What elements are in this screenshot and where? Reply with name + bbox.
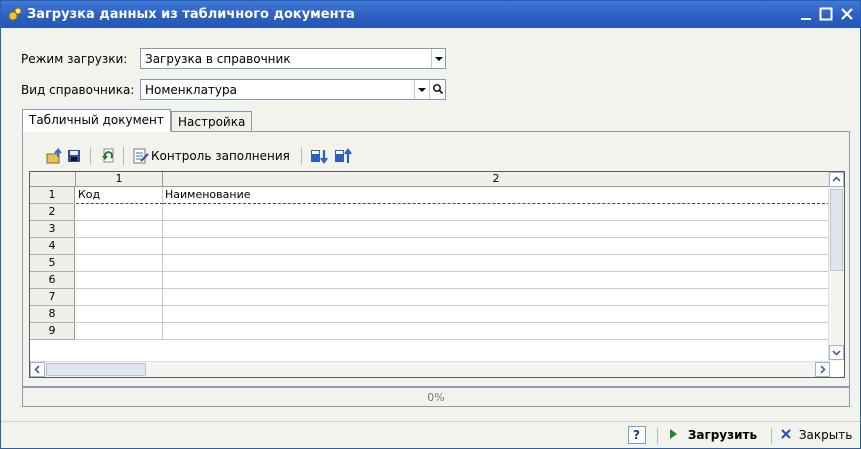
scroll-left-icon[interactable] bbox=[30, 362, 45, 377]
mode-select[interactable]: Загрузка в справочник bbox=[140, 48, 446, 69]
grid-cell[interactable] bbox=[163, 306, 830, 323]
vertical-scroll-thumb[interactable] bbox=[830, 189, 843, 271]
close-icon bbox=[781, 429, 791, 439]
main-window: Загрузка данных из табличного документа … bbox=[0, 0, 861, 449]
close-window-button[interactable] bbox=[837, 4, 857, 24]
close-label: Закрыть bbox=[798, 428, 853, 442]
grid-cell[interactable] bbox=[76, 306, 163, 323]
grid-cell[interactable] bbox=[76, 272, 163, 289]
refresh-icon[interactable] bbox=[99, 147, 117, 165]
kind-value: Номенклатура bbox=[145, 83, 237, 97]
mode-label: Режим загрузки: bbox=[21, 52, 128, 66]
app-icon bbox=[7, 6, 23, 22]
bottom-separator bbox=[771, 428, 772, 444]
maximize-button[interactable] bbox=[816, 4, 836, 24]
tab-label: Настройка bbox=[178, 115, 246, 129]
tab-spreadsheet[interactable]: Табличный документ bbox=[22, 109, 171, 132]
help-icon: ? bbox=[633, 428, 640, 442]
grid-cell[interactable] bbox=[76, 323, 163, 340]
horizontal-scroll-thumb[interactable] bbox=[46, 363, 146, 376]
grid-cell[interactable] bbox=[76, 238, 163, 255]
chevron-down-icon[interactable] bbox=[431, 49, 445, 68]
row-header[interactable]: 2 bbox=[30, 204, 75, 221]
grid-cell[interactable] bbox=[76, 221, 163, 238]
scroll-right-icon[interactable] bbox=[815, 362, 830, 377]
close-button[interactable]: Закрыть bbox=[780, 428, 852, 442]
move-up-icon[interactable] bbox=[334, 147, 352, 165]
grid-cell[interactable] bbox=[76, 255, 163, 272]
kind-select[interactable]: Номенклатура bbox=[140, 79, 446, 100]
kind-label: Вид справочника: bbox=[21, 83, 135, 97]
tab-label: Табличный документ bbox=[29, 113, 164, 127]
title-bar[interactable]: Загрузка данных из табличного документа bbox=[1, 1, 860, 28]
save-icon[interactable] bbox=[65, 147, 83, 165]
tab-settings[interactable]: Настройка bbox=[171, 111, 253, 132]
bottom-separator bbox=[657, 428, 658, 444]
row-header[interactable]: 6 bbox=[30, 272, 75, 289]
move-down-icon[interactable] bbox=[310, 147, 328, 165]
spreadsheet-grid[interactable]: 1 2 1 Код Наименование 2 3 4 5 6 7 8 9 bbox=[29, 171, 845, 378]
grid-cell[interactable]: Код bbox=[76, 187, 163, 204]
column-header[interactable]: 1 bbox=[76, 172, 163, 187]
grid-cell[interactable] bbox=[76, 289, 163, 306]
grid-cell[interactable] bbox=[163, 323, 830, 340]
progress-text: 0% bbox=[427, 391, 445, 404]
scroll-down-icon[interactable] bbox=[829, 345, 844, 360]
grid-cell[interactable] bbox=[76, 204, 163, 221]
grid-cell[interactable] bbox=[163, 204, 830, 221]
row-header[interactable]: 9 bbox=[30, 323, 75, 340]
grid-cell[interactable] bbox=[163, 238, 830, 255]
scroll-up-icon[interactable] bbox=[829, 172, 844, 187]
search-icon[interactable] bbox=[429, 80, 445, 99]
grid-cell[interactable]: Наименование bbox=[163, 187, 830, 204]
row-header[interactable]: 5 bbox=[30, 255, 75, 272]
check-fill-icon[interactable] bbox=[132, 147, 150, 165]
minimize-button[interactable] bbox=[796, 4, 816, 24]
grid-cell[interactable] bbox=[163, 221, 830, 238]
mode-value: Загрузка в справочник bbox=[145, 52, 291, 66]
row-header[interactable]: 1 bbox=[30, 187, 75, 204]
column-header[interactable]: 2 bbox=[163, 172, 830, 187]
window-title: Загрузка данных из табличного документа bbox=[27, 7, 355, 22]
load-button[interactable]: Загрузить bbox=[668, 428, 757, 442]
toolbar-separator bbox=[123, 147, 124, 165]
bottom-bar: ? Загрузить Закрыть bbox=[1, 421, 860, 448]
grid-cell[interactable] bbox=[163, 272, 830, 289]
grid-cell[interactable] bbox=[163, 289, 830, 306]
chevron-down-icon[interactable] bbox=[414, 80, 428, 99]
fill-control-button[interactable]: Контроль заполнения bbox=[151, 149, 290, 163]
open-file-icon[interactable] bbox=[46, 147, 64, 165]
horizontal-scrollbar[interactable] bbox=[30, 361, 830, 377]
corner-cell bbox=[30, 172, 76, 187]
help-button[interactable]: ? bbox=[628, 426, 646, 444]
grid-cell[interactable] bbox=[163, 255, 830, 272]
vertical-scrollbar[interactable] bbox=[828, 172, 844, 361]
row-header[interactable]: 8 bbox=[30, 306, 75, 323]
toolbar-separator bbox=[301, 147, 302, 165]
row-header[interactable]: 4 bbox=[30, 238, 75, 255]
load-label: Загрузить bbox=[687, 428, 758, 442]
row-header[interactable]: 3 bbox=[30, 221, 75, 238]
progress-bar: 0% bbox=[22, 387, 850, 407]
toolbar-separator bbox=[90, 147, 91, 165]
play-icon bbox=[670, 429, 677, 439]
row-header[interactable]: 7 bbox=[30, 289, 75, 306]
